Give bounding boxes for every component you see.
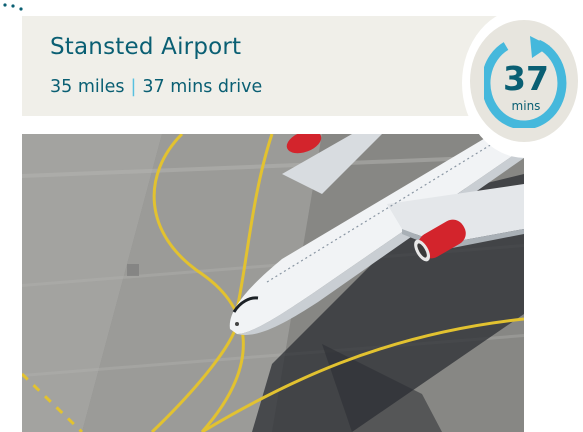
airplane-illustration bbox=[22, 134, 524, 432]
drive-time-text: 37 mins drive bbox=[142, 77, 263, 97]
separator: | bbox=[130, 77, 137, 97]
destination-details: 35 miles | 37 mins drive bbox=[50, 77, 262, 97]
airplane-photo bbox=[22, 134, 524, 432]
badge-value: 37 bbox=[503, 59, 549, 98]
drive-time-badge: 37 mins bbox=[456, 8, 583, 160]
badge-unit: mins bbox=[511, 99, 541, 113]
decorative-dots bbox=[3, 3, 23, 11]
destination-card: Stansted Airport 35 miles | 37 mins drive bbox=[0, 0, 583, 432]
header-panel: Stansted Airport 35 miles | 37 mins drive bbox=[22, 16, 524, 116]
destination-title: Stansted Airport bbox=[50, 34, 242, 60]
distance-text: 35 miles bbox=[50, 77, 125, 97]
